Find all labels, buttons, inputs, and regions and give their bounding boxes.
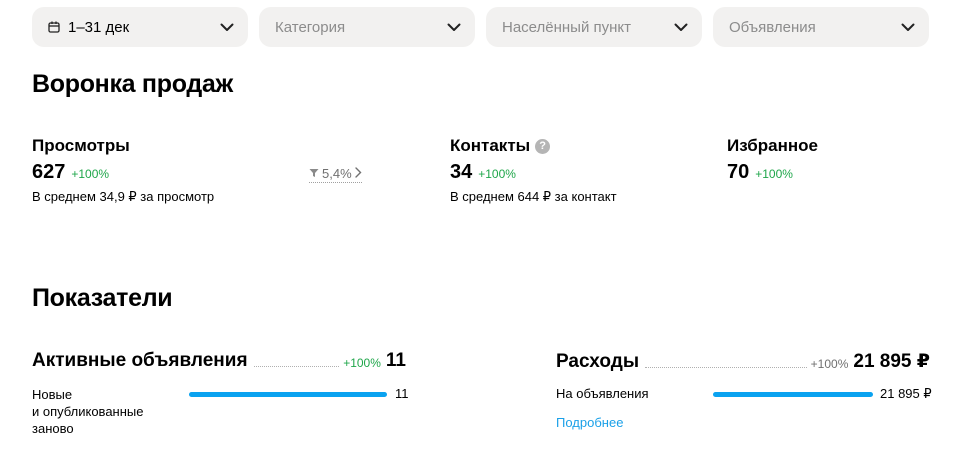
- chevron-down-icon: [674, 23, 688, 32]
- new-ads-label-line: заново: [32, 421, 74, 436]
- contacts-sub: В среднем 644 ₽ за контакт: [450, 189, 617, 204]
- contacts-value: 34: [450, 161, 473, 183]
- favorites-value: 70: [727, 161, 750, 183]
- active-ads-value: 11: [385, 350, 406, 371]
- chevron-down-icon: [901, 23, 915, 32]
- expenses-delta: +100%: [810, 357, 849, 371]
- period-filter-label: 1–31 дек: [68, 18, 130, 36]
- new-ads-value: 11: [395, 386, 409, 401]
- new-ads-label-line: и опубликованные: [32, 404, 144, 419]
- conversion-value: 5,4%: [322, 166, 352, 181]
- city-filter-placeholder: Населённый пункт: [502, 18, 632, 36]
- chevron-down-icon: [220, 23, 234, 32]
- category-filter[interactable]: Категория: [259, 7, 475, 47]
- dotted-leader: [645, 367, 807, 368]
- expenses-ads-bar: [713, 392, 873, 397]
- help-icon[interactable]: ?: [535, 138, 551, 154]
- period-filter[interactable]: 1–31 дек: [32, 7, 248, 47]
- favorites-label: Избранное: [727, 136, 818, 155]
- category-filter-placeholder: Категория: [275, 18, 346, 36]
- contacts-label: Контакты: [450, 136, 531, 155]
- expenses-ads-value: 21 895 ₽: [880, 386, 932, 401]
- ads-filter[interactable]: Объявления: [713, 7, 929, 47]
- new-ads-label: Новые и опубликованные заново: [32, 386, 143, 437]
- expenses-ads-label: На объявления: [556, 386, 649, 401]
- city-filter[interactable]: Населённый пункт: [486, 7, 702, 47]
- details-link[interactable]: Подробнее: [556, 415, 623, 430]
- funnel-icon: [309, 166, 319, 181]
- active-ads-header: Активные объявления +100% 11: [32, 350, 406, 372]
- active-ads-title: Активные объявления: [32, 350, 248, 371]
- views-sub: В среднем 34,9 ₽ за просмотр: [32, 189, 215, 204]
- dotted-leader: [253, 366, 340, 367]
- ads-filter-placeholder: Объявления: [729, 18, 816, 36]
- new-ads-bar: [189, 392, 387, 397]
- views-metric: Просмотры 627 +100% В среднем 34,9 ₽ за …: [32, 136, 214, 205]
- expenses-title: Расходы: [556, 351, 640, 372]
- views-label: Просмотры: [32, 136, 130, 155]
- indicators-title: Показатели: [32, 284, 173, 312]
- conversion-link[interactable]: 5,4%: [309, 166, 362, 183]
- chevron-down-icon: [447, 23, 461, 32]
- new-ads-label-line: Новые: [32, 387, 73, 402]
- filters-bar: 1–31 дек Категория Населённый пункт Объя…: [32, 7, 929, 47]
- expenses-value: 21 895 ₽: [853, 351, 930, 372]
- contacts-metric: Контакты ? 34 +100% В среднем 644 ₽ за к…: [450, 136, 617, 205]
- favorites-delta: +100%: [755, 167, 793, 181]
- chevron-right-icon: [354, 166, 362, 181]
- views-value: 627: [32, 161, 66, 183]
- views-delta: +100%: [71, 167, 110, 181]
- active-ads-delta: +100%: [343, 356, 381, 370]
- calendar-icon: [48, 21, 60, 33]
- funnel-title: Воронка продаж: [32, 70, 233, 98]
- favorites-metric: Избранное 70 +100%: [727, 136, 818, 184]
- contacts-delta: +100%: [478, 167, 516, 181]
- expenses-header: Расходы +100% 21 895 ₽: [556, 350, 930, 373]
